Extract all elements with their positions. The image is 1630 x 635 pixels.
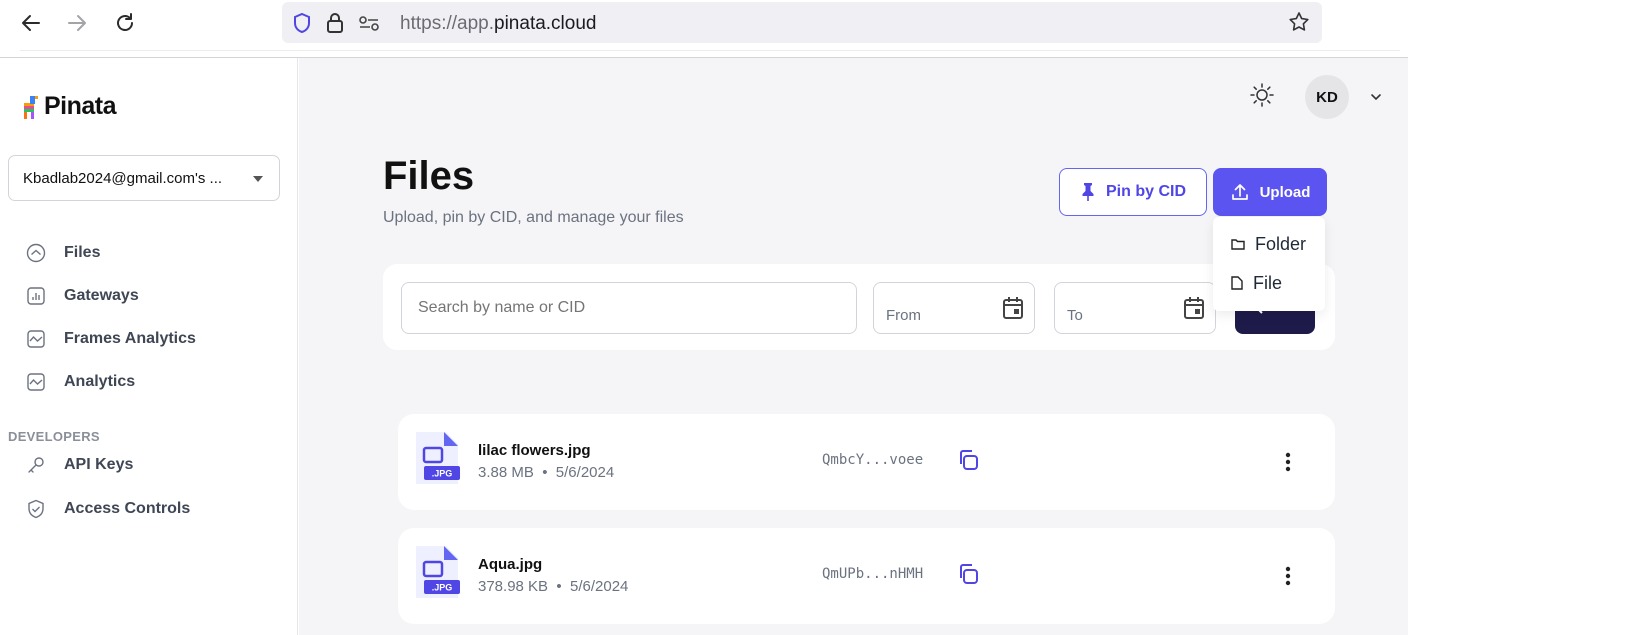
file-date: 5/6/2024: [569, 578, 629, 595]
toolbar-divider: [20, 50, 1400, 51]
file-meta: 378.98 KB • 5/6/2024: [478, 578, 629, 595]
file-row[interactable]: .JPG Aqua.jpg 378.98 KB • 5/6/2024 QmUPb…: [398, 528, 1335, 624]
sidebar-item-label: Frames Analytics: [64, 330, 196, 347]
more-options-icon[interactable]: [1278, 564, 1298, 588]
sidebar-item-label: Access Controls: [64, 500, 191, 517]
file-meta: 3.88 MB • 5/6/2024: [478, 464, 615, 481]
shield-check-icon: [26, 499, 46, 519]
reload-icon[interactable]: [110, 8, 140, 38]
upload-file-item[interactable]: File: [1231, 270, 1282, 296]
avatar[interactable]: KD: [1305, 75, 1349, 119]
sidebar-item-label: Analytics: [64, 373, 136, 390]
back-arrow-icon[interactable]: [16, 8, 46, 38]
logo-text: Pinata: [44, 92, 117, 120]
file-size: 378.98 KB: [478, 578, 549, 595]
more-options-icon[interactable]: [1278, 450, 1298, 474]
copy-icon[interactable]: [956, 562, 980, 586]
file-row[interactable]: .JPG lilac flowers.jpg 3.88 MB • 5/6/202…: [398, 414, 1335, 510]
pin-by-cid-button[interactable]: Pin by CID: [1059, 168, 1207, 216]
url-text[interactable]: https://app.pinata.cloud: [400, 13, 596, 35]
key-icon: [26, 455, 46, 475]
file-ext-label: .JPG: [432, 583, 453, 593]
line-chart-icon: [26, 372, 46, 392]
bookmark-star-icon[interactable]: [1288, 11, 1310, 33]
file-date: 5/6/2024: [555, 464, 615, 481]
calendar-icon[interactable]: [1002, 296, 1024, 320]
url-bar[interactable]: https://app.pinata.cloud: [282, 2, 1322, 43]
sidebar-item-api-keys[interactable]: API Keys: [26, 451, 133, 479]
sun-icon[interactable]: [1247, 80, 1277, 110]
forward-arrow-icon[interactable]: [62, 8, 92, 38]
upload-label: Upload: [1259, 183, 1311, 201]
file-icon: [1231, 276, 1243, 290]
sidebar-item-access-controls[interactable]: Access Controls: [26, 495, 190, 523]
jpg-file-icon: .JPG: [416, 546, 460, 598]
to-date-label: To: [1067, 307, 1083, 324]
permissions-icon[interactable]: [358, 15, 380, 31]
account-selector[interactable]: Kbadlab2024@gmail.com's ...: [8, 155, 280, 201]
pinata-logo[interactable]: Pinata: [20, 92, 117, 121]
file-cid: QmUPb...nHMH: [822, 566, 924, 582]
sidebar-item-gateways[interactable]: Gateways: [26, 282, 139, 310]
sidebar-item-analytics[interactable]: Analytics: [26, 368, 135, 396]
sidebar-item-files[interactable]: Files: [26, 239, 100, 267]
search-input[interactable]: [401, 282, 857, 334]
file-name[interactable]: lilac flowers.jpg: [478, 442, 591, 459]
line-chart-icon: [26, 329, 46, 349]
sidebar-item-label: Files: [64, 244, 101, 261]
upload-folder-item[interactable]: Folder: [1231, 231, 1306, 257]
upload-file-label: File: [1253, 272, 1283, 293]
pin-by-cid-label: Pin by CID: [1105, 183, 1186, 200]
to-date-field[interactable]: To: [1054, 282, 1216, 334]
home-icon: [26, 243, 46, 263]
jpg-file-icon: .JPG: [416, 432, 460, 484]
copy-icon[interactable]: [956, 448, 980, 472]
bar-chart-icon: [26, 286, 46, 306]
upload-icon: [1231, 184, 1248, 200]
folder-icon: [1231, 239, 1245, 250]
file-ext-label: .JPG: [432, 469, 453, 479]
browser-toolbar: https://app.pinata.cloud: [0, 0, 1408, 58]
shield-icon[interactable]: [292, 12, 312, 34]
upload-dropdown-menu: Folder File: [1213, 217, 1325, 311]
sidebar-item-frames-analytics[interactable]: Frames Analytics: [26, 325, 196, 353]
developers-section-label: DEVELOPERS: [8, 429, 100, 444]
caret-down-icon: [253, 176, 263, 182]
main-content: KD Files Upload, pin by CID, and manage …: [299, 58, 1408, 635]
sidebar: Pinata Kbadlab2024@gmail.com's ... Files…: [0, 58, 298, 635]
filter-card: From To: [383, 264, 1335, 350]
pinata-llama-icon: [24, 95, 38, 119]
from-date-field[interactable]: From: [873, 282, 1035, 334]
upload-button[interactable]: Upload: [1213, 168, 1327, 216]
page-title: Files: [383, 154, 475, 198]
file-name[interactable]: Aqua.jpg: [478, 556, 542, 573]
sidebar-item-label: Gateways: [64, 287, 139, 304]
pin-icon: [1082, 183, 1094, 201]
upload-folder-label: Folder: [1255, 233, 1307, 254]
page-subtitle: Upload, pin by CID, and manage your file…: [383, 209, 684, 226]
account-label: Kbadlab2024@gmail.com's ...: [23, 169, 223, 187]
browser-window: https://app.pinata.cloud Pinata Kbadlab2…: [0, 0, 1408, 635]
file-cid: QmbcY...voee: [822, 452, 924, 468]
chevron-down-icon[interactable]: [1367, 88, 1385, 106]
file-size: 3.88 MB: [478, 464, 534, 481]
lock-icon[interactable]: [326, 12, 344, 34]
sidebar-item-label: API Keys: [64, 456, 134, 473]
from-date-label: From: [886, 307, 921, 324]
calendar-icon[interactable]: [1183, 296, 1205, 320]
